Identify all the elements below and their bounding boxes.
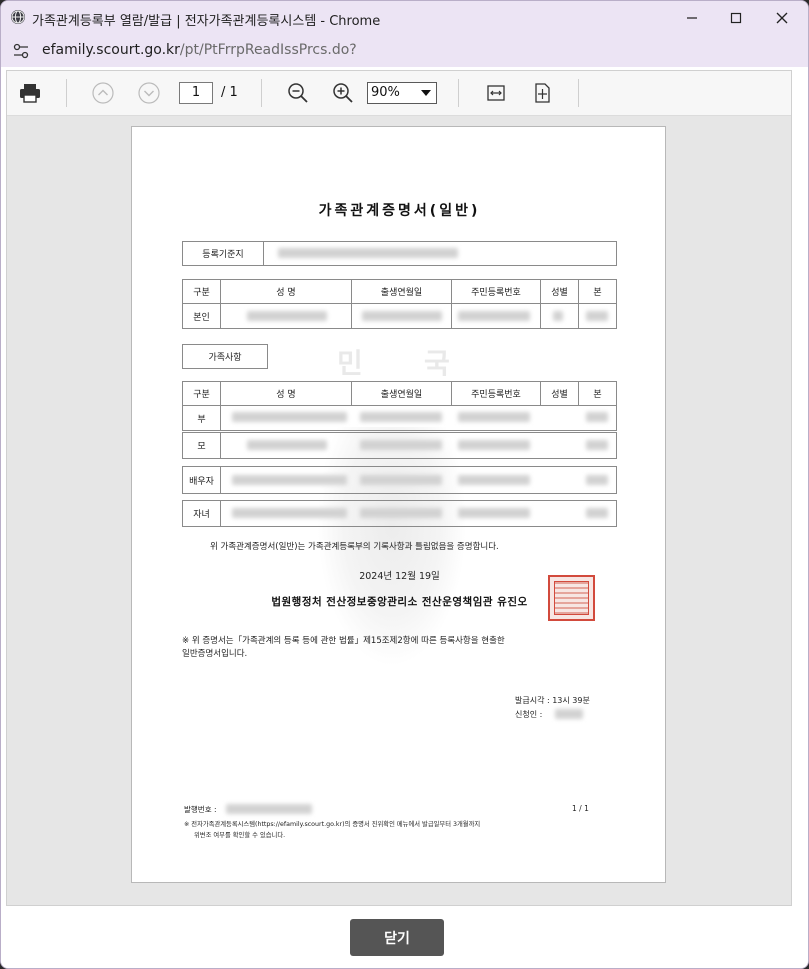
header-origin: 본 (578, 279, 617, 304)
globe-icon (11, 10, 25, 24)
url-text[interactable]: efamily.scourt.go.kr/pt/PtFrrpReadIssPrc… (42, 42, 357, 58)
chevron-down-icon (421, 90, 431, 96)
close-icon (776, 12, 788, 24)
fit-width-icon[interactable] (484, 81, 508, 105)
self-label: 본인 (182, 303, 221, 329)
fit-page-icon[interactable] (530, 81, 554, 105)
redacted-value (458, 311, 530, 321)
zoom-out-icon[interactable] (286, 81, 310, 105)
redacted-value (586, 440, 608, 450)
redacted-value (586, 412, 608, 422)
maximize-button[interactable] (713, 1, 759, 35)
minimize-button[interactable] (669, 1, 715, 35)
zoom-in-icon[interactable] (331, 81, 355, 105)
watermark-char: 국 (424, 347, 450, 380)
viewer-toolbar: 1 / 1 90% (7, 71, 791, 116)
site-settings-icon[interactable] (12, 43, 30, 59)
issue-number: 발행번호 : (184, 805, 217, 814)
next-page-icon[interactable] (137, 81, 161, 105)
title-bar: 가족관계등록부 열람/발급 | 전자가족관계등록시스템 - Chrome (1, 1, 808, 35)
toolbar-divider (458, 79, 459, 107)
redacted-value (360, 412, 442, 422)
redacted-value (232, 508, 347, 518)
family-row-label: 배우자 (182, 466, 221, 494)
redacted-value (360, 440, 442, 450)
footer-line-1: ※ 전자가족관계등록시스템(https://efamily.scourt.go.… (184, 821, 481, 828)
header-rrn: 주민등록번호 (451, 279, 541, 304)
zoom-value: 90% (371, 85, 400, 100)
header-origin: 본 (578, 381, 617, 406)
watermark-char: 민 (337, 347, 363, 380)
official-seal (548, 575, 595, 621)
header-name: 성 명 (220, 381, 352, 406)
header-sex: 성별 (540, 279, 579, 304)
toolbar-divider (578, 79, 579, 107)
window-title: 가족관계등록부 열람/발급 | 전자가족관계등록시스템 - Chrome (32, 14, 381, 29)
redacted-value (247, 311, 327, 321)
toolbar-divider (66, 79, 67, 107)
redacted-value (360, 508, 442, 518)
header-category: 구분 (182, 381, 221, 406)
browser-window: 가족관계등록부 열람/발급 | 전자가족관계등록시스템 - Chrome efa… (0, 0, 809, 969)
header-rrn: 주민등록번호 (451, 381, 541, 406)
page-total: / 1 (221, 85, 238, 100)
redacted-value (226, 804, 312, 814)
minimize-icon (687, 17, 697, 19)
header-birth: 출생연월일 (351, 381, 452, 406)
redacted-value (458, 412, 530, 422)
page-number: 1 / 1 (572, 804, 589, 813)
previous-page-icon[interactable] (91, 81, 115, 105)
redacted-value (586, 311, 608, 321)
family-row-label: 모 (182, 432, 221, 459)
redacted-value (360, 475, 442, 485)
header-name: 성 명 (220, 279, 352, 304)
document-title: 가족관계증명서(일반) (318, 203, 481, 219)
page-number-input[interactable]: 1 (179, 82, 213, 104)
close-button[interactable]: 닫기 (350, 919, 444, 956)
header-sex: 성별 (540, 381, 579, 406)
header-birth: 출생연월일 (351, 279, 452, 304)
redacted-value (458, 508, 530, 518)
certify-text: 위 가족관계증명서(일반)는 가족관계등록부의 기록사항과 틀림없음을 증명합니… (210, 542, 499, 552)
redacted-value (232, 475, 347, 485)
family-row-label: 자녀 (182, 500, 221, 527)
header-category: 구분 (182, 279, 221, 304)
document-page: 민 국 가족관계증명서(일반) 등록기준지 구분 성 명 출생연월일 주민등록번… (131, 126, 666, 883)
redacted-value (247, 440, 327, 450)
maximize-icon (730, 12, 742, 24)
url-host: efamily.scourt.go.kr (42, 42, 180, 58)
issue-time: 발급시각 : 13시 39분 (515, 696, 590, 705)
url-path: /pt/PtFrrpReadIssPrcs.do? (179, 42, 357, 58)
applicant: 신청인 : (515, 710, 543, 719)
redacted-value (458, 440, 530, 450)
footer-line-2: 위변조 여부를 확인할 수 있습니다. (194, 832, 286, 839)
notice-line-1: ※ 위 증명서는「가족관계의 등록 등에 관한 법률」제15조제2항에 따른 등… (182, 636, 505, 646)
close-window-button[interactable] (759, 1, 805, 35)
redacted-value (458, 475, 530, 485)
print-icon[interactable] (18, 81, 42, 105)
zoom-select[interactable]: 90% (367, 82, 437, 104)
pdf-viewer: 1 / 1 90% 민 국 가족관계증명서(일반) 등록기준지 구분 성 명 출… (6, 70, 792, 906)
notice-line-2: 일반증명서입니다. (182, 649, 248, 659)
redacted-value (555, 709, 583, 719)
redacted-value (362, 311, 442, 321)
toolbar-divider (261, 79, 262, 107)
reg-base-label: 등록기준지 (182, 241, 264, 266)
redacted-value (586, 508, 608, 518)
redacted-value (232, 412, 347, 422)
family-section-label: 가족사항 (182, 344, 268, 369)
redacted-value (586, 475, 608, 485)
redacted-value (278, 248, 458, 258)
redacted-value (553, 311, 563, 321)
family-row-label: 부 (182, 405, 221, 431)
